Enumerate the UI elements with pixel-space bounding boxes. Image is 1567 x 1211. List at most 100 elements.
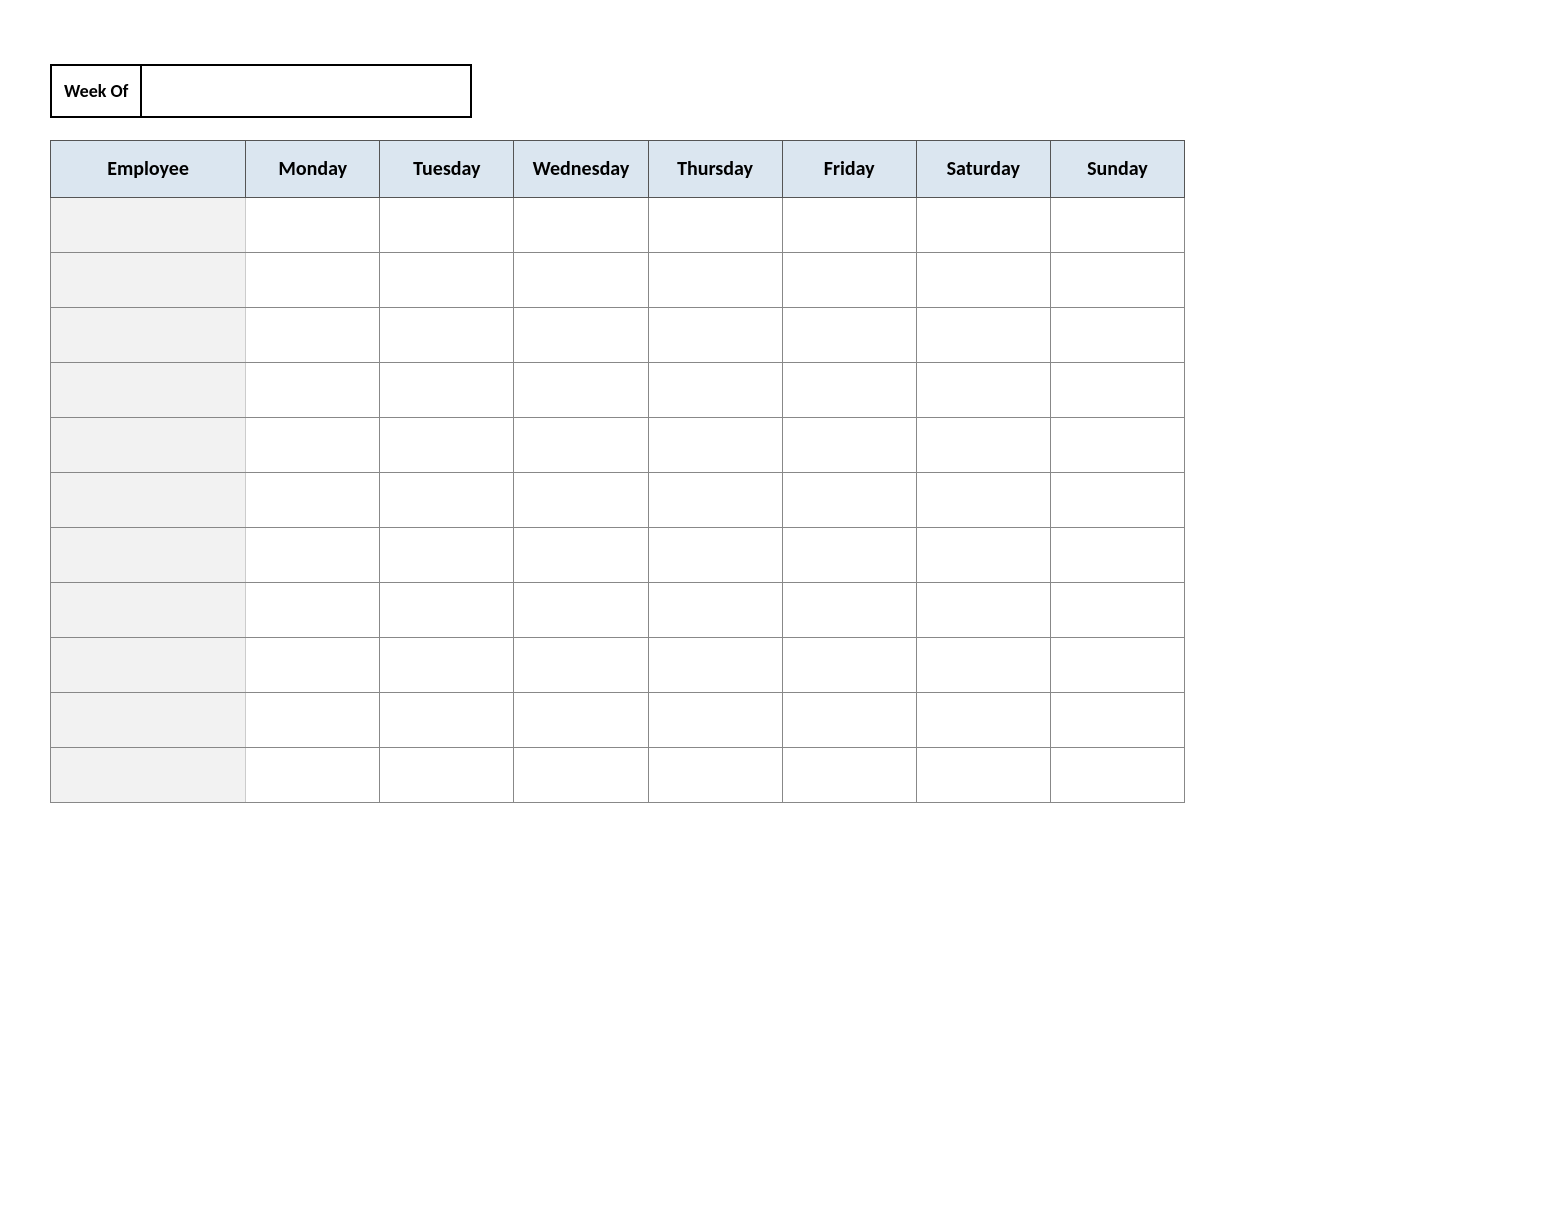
schedule-cell[interactable] xyxy=(380,308,514,363)
schedule-cell[interactable] xyxy=(380,253,514,308)
schedule-cell[interactable] xyxy=(514,198,648,253)
employee-cell[interactable] xyxy=(51,528,246,583)
schedule-cell[interactable] xyxy=(246,638,380,693)
schedule-cell[interactable] xyxy=(782,363,916,418)
schedule-cell[interactable] xyxy=(916,473,1050,528)
schedule-cell[interactable] xyxy=(782,198,916,253)
employee-cell[interactable] xyxy=(51,308,246,363)
schedule-cell[interactable] xyxy=(246,253,380,308)
schedule-cell[interactable] xyxy=(246,363,380,418)
schedule-cell[interactable] xyxy=(648,748,782,803)
schedule-cell[interactable] xyxy=(648,583,782,638)
schedule-cell[interactable] xyxy=(1050,473,1184,528)
schedule-cell[interactable] xyxy=(1050,198,1184,253)
schedule-cell[interactable] xyxy=(380,528,514,583)
employee-cell[interactable] xyxy=(51,583,246,638)
schedule-cell[interactable] xyxy=(1050,418,1184,473)
schedule-cell[interactable] xyxy=(916,363,1050,418)
schedule-cell[interactable] xyxy=(514,638,648,693)
employee-cell[interactable] xyxy=(51,198,246,253)
schedule-cell[interactable] xyxy=(648,308,782,363)
schedule-cell[interactable] xyxy=(246,198,380,253)
schedule-cell[interactable] xyxy=(916,308,1050,363)
schedule-cell[interactable] xyxy=(380,693,514,748)
schedule-cell[interactable] xyxy=(916,748,1050,803)
schedule-cell[interactable] xyxy=(514,528,648,583)
table-row xyxy=(51,473,1185,528)
employee-cell[interactable] xyxy=(51,748,246,803)
schedule-cell[interactable] xyxy=(380,583,514,638)
schedule-cell[interactable] xyxy=(380,198,514,253)
schedule-cell[interactable] xyxy=(782,583,916,638)
employee-cell[interactable] xyxy=(51,418,246,473)
employee-header: Employee xyxy=(51,141,246,198)
schedule-cell[interactable] xyxy=(514,418,648,473)
schedule-cell[interactable] xyxy=(1050,363,1184,418)
schedule-cell[interactable] xyxy=(648,418,782,473)
schedule-cell[interactable] xyxy=(514,693,648,748)
schedule-cell[interactable] xyxy=(1050,583,1184,638)
schedule-cell[interactable] xyxy=(246,693,380,748)
schedule-cell[interactable] xyxy=(246,418,380,473)
schedule-cell[interactable] xyxy=(514,363,648,418)
schedule-cell[interactable] xyxy=(246,308,380,363)
week-of-container: Week Of xyxy=(50,64,1517,118)
week-of-label: Week Of xyxy=(50,64,142,118)
schedule-cell[interactable] xyxy=(916,583,1050,638)
table-row xyxy=(51,638,1185,693)
schedule-cell[interactable] xyxy=(514,308,648,363)
schedule-cell[interactable] xyxy=(916,693,1050,748)
schedule-cell[interactable] xyxy=(380,418,514,473)
schedule-cell[interactable] xyxy=(1050,253,1184,308)
table-row xyxy=(51,418,1185,473)
schedule-cell[interactable] xyxy=(514,748,648,803)
schedule-cell[interactable] xyxy=(916,198,1050,253)
schedule-cell[interactable] xyxy=(782,253,916,308)
schedule-cell[interactable] xyxy=(246,528,380,583)
schedule-cell[interactable] xyxy=(782,528,916,583)
schedule-cell[interactable] xyxy=(648,473,782,528)
schedule-cell[interactable] xyxy=(380,473,514,528)
schedule-cell[interactable] xyxy=(1050,693,1184,748)
schedule-cell[interactable] xyxy=(380,748,514,803)
schedule-cell[interactable] xyxy=(648,693,782,748)
schedule-cell[interactable] xyxy=(648,198,782,253)
schedule-cell[interactable] xyxy=(514,253,648,308)
employee-cell[interactable] xyxy=(51,363,246,418)
schedule-cell[interactable] xyxy=(782,693,916,748)
schedule-cell[interactable] xyxy=(246,748,380,803)
employee-cell[interactable] xyxy=(51,473,246,528)
schedule-cell[interactable] xyxy=(1050,748,1184,803)
schedule-cell[interactable] xyxy=(916,418,1050,473)
schedule-cell[interactable] xyxy=(246,583,380,638)
schedule-cell[interactable] xyxy=(916,253,1050,308)
schedule-cell[interactable] xyxy=(648,638,782,693)
schedule-cell[interactable] xyxy=(648,253,782,308)
schedule-cell[interactable] xyxy=(514,473,648,528)
schedule-cell[interactable] xyxy=(1050,638,1184,693)
week-of-input[interactable] xyxy=(142,64,472,118)
schedule-cell[interactable] xyxy=(782,473,916,528)
schedule-cell[interactable] xyxy=(782,748,916,803)
employee-cell[interactable] xyxy=(51,253,246,308)
day-header-saturday: Saturday xyxy=(916,141,1050,198)
schedule-cell[interactable] xyxy=(648,363,782,418)
day-header-tuesday: Tuesday xyxy=(380,141,514,198)
table-row xyxy=(51,748,1185,803)
schedule-cell[interactable] xyxy=(1050,528,1184,583)
day-header-sunday: Sunday xyxy=(1050,141,1184,198)
schedule-cell[interactable] xyxy=(782,418,916,473)
schedule-cell[interactable] xyxy=(782,308,916,363)
day-header-thursday: Thursday xyxy=(648,141,782,198)
schedule-cell[interactable] xyxy=(380,363,514,418)
employee-cell[interactable] xyxy=(51,693,246,748)
schedule-cell[interactable] xyxy=(514,583,648,638)
employee-cell[interactable] xyxy=(51,638,246,693)
schedule-cell[interactable] xyxy=(246,473,380,528)
schedule-cell[interactable] xyxy=(380,638,514,693)
schedule-cell[interactable] xyxy=(916,638,1050,693)
schedule-cell[interactable] xyxy=(782,638,916,693)
schedule-cell[interactable] xyxy=(916,528,1050,583)
schedule-cell[interactable] xyxy=(648,528,782,583)
schedule-cell[interactable] xyxy=(1050,308,1184,363)
